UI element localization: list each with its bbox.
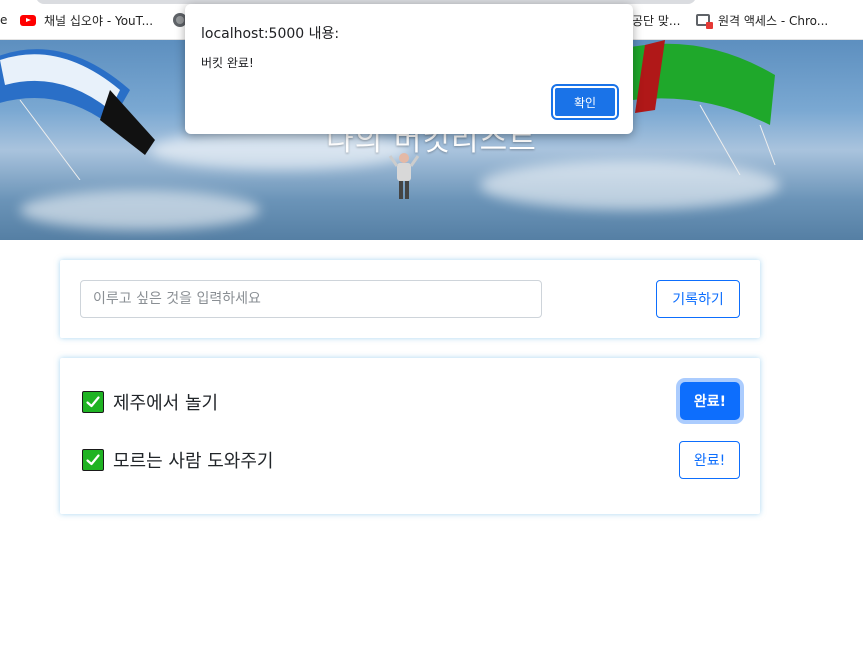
alert-message: 버킷 완료! — [201, 56, 254, 70]
alert-ok-button[interactable]: 확인 — [551, 84, 619, 120]
bucket-input[interactable] — [80, 280, 542, 318]
bucket-text: 제주에서 놀기 — [113, 393, 219, 414]
bookmark-gongdan[interactable]: 공단 맞... — [632, 11, 680, 29]
done-button[interactable]: 완료! — [680, 382, 740, 420]
checkmark-icon — [82, 391, 104, 413]
list-item: 제주에서 놀기 — [82, 390, 218, 414]
bookmark-partial[interactable]: e — [0, 11, 7, 29]
list-item: 모르는 사람 도와주기 — [82, 448, 273, 472]
checkmark-icon — [82, 449, 104, 471]
bookmark-remote-access[interactable]: 원격 액세스 - Chro... — [696, 11, 828, 29]
alert-dialog: localhost:5000 내용: 버킷 완료! 확인 — [185, 4, 633, 134]
bookmark-label: 원격 액세스 - Chro... — [718, 13, 829, 28]
bookmark-label: e — [0, 13, 8, 27]
cloud-shape — [20, 190, 260, 230]
bookmark-youtube[interactable]: 채널 십오야 - YouT... — [20, 11, 153, 29]
blue-parachute-image — [0, 49, 155, 180]
bucket-text: 모르는 사람 도와주기 — [113, 451, 274, 472]
youtube-icon — [20, 14, 36, 26]
bucket-input-card: 기록하기 — [60, 260, 760, 338]
done-button[interactable]: 완료! — [679, 441, 740, 479]
record-button[interactable]: 기록하기 — [656, 280, 740, 318]
bucket-list-card: 제주에서 놀기 완료! 모르는 사람 도와주기 완료! — [60, 358, 760, 514]
alert-title: localhost:5000 내용: — [201, 26, 340, 42]
bookmark-label: 공단 맞... — [632, 13, 681, 28]
skydiver-image — [388, 153, 420, 199]
remote-desktop-icon — [696, 14, 713, 29]
bookmark-label: 채널 십오야 - YouT... — [44, 13, 154, 28]
